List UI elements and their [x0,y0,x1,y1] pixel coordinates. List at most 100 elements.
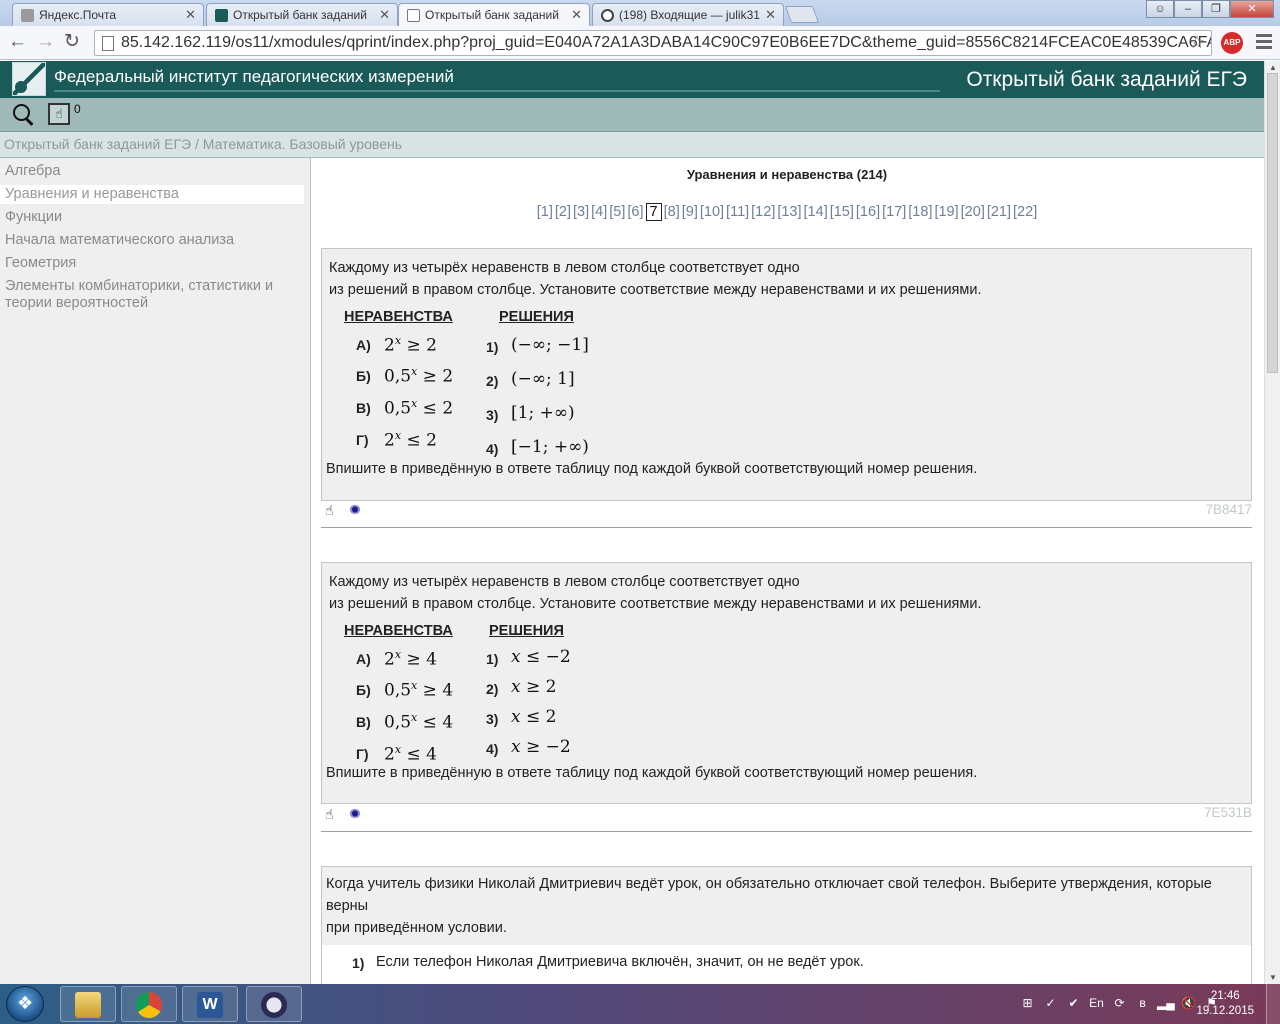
scroll-thumb[interactable] [1267,73,1278,373]
page-link[interactable]: [2] [555,204,571,220]
bookmark-star-icon[interactable]: ☆ [1189,32,1205,53]
divider [54,90,940,92]
start-button[interactable] [6,986,44,1022]
solution-label: 3) [486,407,499,423]
sidebar-item-functions[interactable]: Функции [0,208,310,227]
hand-icon[interactable]: ☝ [325,806,334,823]
address-bar[interactable]: 85.142.162.119/os11/xmodules/qprint/inde… [94,30,1212,56]
fipi-icon [215,9,228,22]
hand-icon[interactable]: ☝ [325,502,334,519]
security-icon[interactable]: ✓ [1042,996,1059,1010]
inequality-label: В) [356,714,371,730]
solution-expr: [1; +∞) [511,403,575,423]
bluetooth-icon[interactable]: ʙ [1134,996,1151,1010]
page-link[interactable]: 7 [645,203,662,221]
page-link[interactable]: [4] [591,204,607,220]
search-icon[interactable] [12,103,36,127]
eye-icon[interactable] [349,809,361,818]
sidebar-item-algebra[interactable]: Алгебра [0,162,310,181]
clock-date: 19.12.2015 [1196,1005,1254,1017]
inequality-label: Г) [356,746,369,762]
sidebar-item-calculus[interactable]: Начала математического анализа [0,231,310,250]
signal-icon[interactable]: ▂▄ [1157,996,1175,1010]
page-link[interactable]: [16] [856,204,880,220]
page-link[interactable]: [9] [682,204,698,220]
site-toolbar: ☝ 0 [0,98,1264,132]
network-sync-icon[interactable]: ⟳ [1111,996,1128,1010]
window-controls: ☺ – ❐ ✕ [1146,0,1274,18]
menu-icon[interactable] [1256,34,1272,52]
task-intro-line: Когда учитель физики Николай Дмитриевич … [326,876,1212,914]
task-intro: Каждому из четырёх неравенств в левом ст… [322,249,1251,301]
tab-open-bank-1[interactable]: Открытый банк заданий ✕ [206,3,398,26]
tab-open-bank-2[interactable]: Открытый банк заданий ✕ [398,3,590,26]
forward-arrow-icon[interactable]: → [36,32,55,52]
scroll-up-icon[interactable]: ▲ [1269,63,1277,72]
page-link[interactable]: [3] [573,204,589,220]
clock[interactable]: 21:46 19.12.2015 [1196,989,1254,1019]
volume-icon[interactable]: 🔇 [1180,996,1197,1010]
page-link[interactable]: [6] [627,204,643,220]
section-title: Уравнения и неравенства (214) [686,167,888,182]
eye-icon[interactable] [349,505,361,514]
page-link[interactable]: [8] [664,204,680,220]
new-tab-button[interactable] [784,6,820,23]
clock-time: 21:46 [1210,990,1240,1002]
close-icon[interactable]: ✕ [571,7,582,23]
reload-icon[interactable]: ↻ [64,32,80,52]
sidebar-item-equations[interactable]: Уравнения и неравенства [0,185,304,204]
minimize-button[interactable]: – [1174,0,1202,18]
divider [321,527,1252,528]
browser-tabstrip: Яндекс.Почта ✕ Открытый банк заданий ✕ О… [0,0,1280,26]
scroll-down-icon[interactable]: ▼ [1269,973,1277,982]
explorer-button[interactable] [60,986,116,1022]
inequality-expr: 2x ≤ 2 [384,429,437,451]
task-card: Каждому из четырёх неравенств в левом ст… [321,248,1252,501]
page-link[interactable]: [13] [777,204,801,220]
page-link[interactable]: [14] [804,204,828,220]
page-link[interactable]: [15] [830,204,854,220]
page-link[interactable]: [21] [987,204,1011,220]
close-icon[interactable]: ✕ [379,7,390,23]
page-link[interactable]: [1] [537,204,553,220]
page-link[interactable]: [12] [751,204,775,220]
fipi-logo[interactable] [12,62,46,96]
page-link[interactable]: [18] [908,204,932,220]
language-indicator[interactable]: En [1088,996,1105,1010]
sidebar-item-combinatorics[interactable]: Элементы комбинаторики, статистики и тео… [0,277,310,313]
tab-inbox[interactable]: (198) Входящие — julik31 ✕ [592,3,784,26]
task-intro-line: из решений в правом столбце. Установите … [329,282,982,298]
page-link[interactable]: [17] [882,204,906,220]
task-intro-line: Каждому из четырёх неравенств в левом ст… [329,574,800,590]
task-intro: Когда учитель физики Николай Дмитриевич … [322,867,1251,939]
chrome-button[interactable] [121,986,177,1022]
inequality-label: В) [356,400,371,416]
solution-label: 4) [486,441,499,457]
close-window-button[interactable]: ✕ [1230,0,1274,18]
page-link[interactable]: [22] [1013,204,1037,220]
tab-yandex-mail[interactable]: Яндекс.Почта ✕ [12,3,204,26]
inequality-label: Г) [356,432,369,448]
scrollbar[interactable]: ▲ ▼ [1264,61,1280,984]
breadcrumb-text[interactable]: Открытый банк заданий ЕГЭ / Математика. … [4,136,402,152]
adblock-icon[interactable]: ABP [1221,32,1243,54]
back-arrow-icon[interactable]: ← [8,32,27,52]
page-link[interactable]: [10] [700,204,724,220]
restore-button[interactable]: ❐ [1202,0,1230,18]
option-label: 1) [352,955,365,971]
show-desktop-button[interactable] [1266,984,1280,1024]
user-icon[interactable]: ☺ [1146,0,1174,18]
inequality-expr: 0,5x ≤ 2 [384,397,454,419]
windows-flag-icon[interactable]: ⊞ [1019,996,1036,1010]
lock-app-button[interactable] [246,986,302,1022]
close-icon[interactable]: ✕ [185,7,196,23]
page-link[interactable]: [11] [726,204,749,220]
page-link[interactable]: [19] [934,204,958,220]
page-link[interactable]: [5] [609,204,625,220]
page-link[interactable]: [20] [961,204,985,220]
word-button[interactable]: W [182,986,238,1022]
sidebar-item-geometry[interactable]: Геометрия [0,254,310,273]
checkmark-icon[interactable]: ✔ [1065,996,1082,1010]
hand-select-icon[interactable]: ☝ [48,103,70,125]
close-icon[interactable]: ✕ [765,7,776,23]
